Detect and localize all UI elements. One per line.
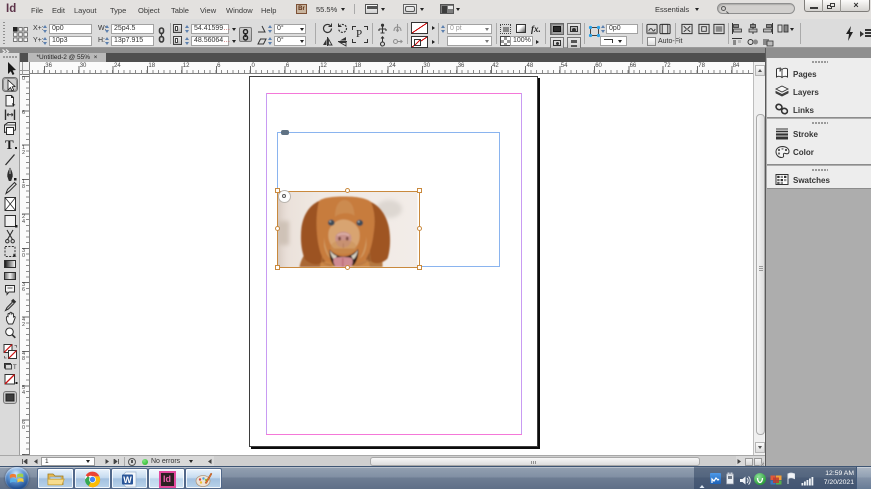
svg-text:T: T — [13, 365, 17, 371]
svg-text:W: W — [123, 475, 132, 485]
svg-text:T: T — [5, 137, 14, 152]
